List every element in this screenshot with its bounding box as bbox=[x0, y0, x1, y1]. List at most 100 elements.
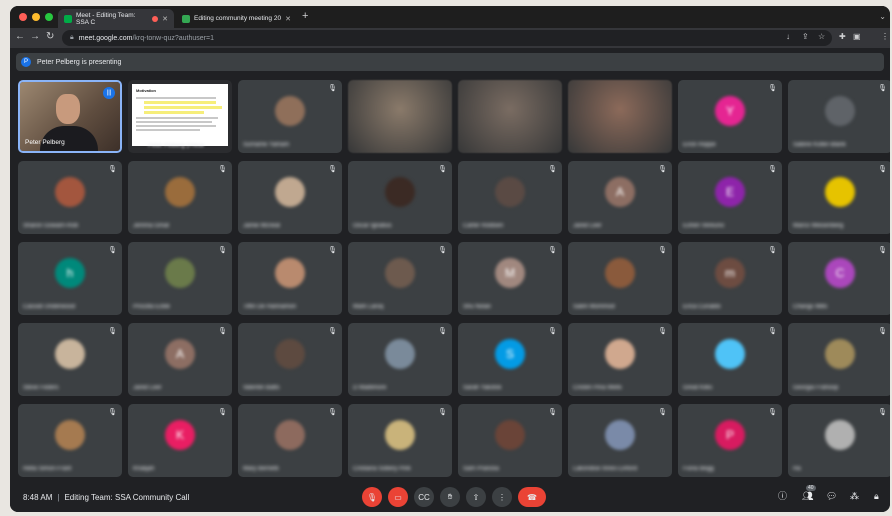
participant-tile[interactable]: m 🎙︎ Erica Cunaldo bbox=[678, 242, 782, 315]
participant-tile[interactable]: 🎙︎ Mark Laroq bbox=[348, 242, 452, 315]
address-bar[interactable]: 🔒︎ meet.google.com/krq-tonw-quz?authuser… bbox=[62, 30, 832, 46]
mic-muted-icon: 🎙︎ bbox=[108, 247, 117, 254]
participant-tile[interactable]: S 🎙︎ Sarah Yakotsk bbox=[458, 323, 562, 396]
host-controls-icon[interactable]: 🔒︎ bbox=[874, 492, 879, 501]
mic-muted-icon: 🎙︎ bbox=[218, 166, 227, 173]
avatar bbox=[165, 257, 195, 288]
activities-icon[interactable]: ⁂ bbox=[850, 492, 859, 501]
avatar bbox=[495, 419, 525, 450]
download-icon[interactable]: ↓ bbox=[786, 33, 790, 41]
participant-tile[interactable]: h 🎙︎ Cassidi Underwood bbox=[18, 242, 122, 315]
participant-tile[interactable]: 🎙︎ Cristen Pina Wells bbox=[568, 323, 672, 396]
participant-tile[interactable]: 🎙︎ Steve Feders bbox=[18, 323, 122, 396]
browser-menu-icon[interactable]: ⋮ bbox=[881, 33, 889, 41]
back-arrow-icon[interactable]: ← bbox=[15, 32, 25, 42]
participant-tile[interactable] bbox=[568, 80, 672, 153]
raise-hand-icon[interactable]: ✋︎ bbox=[440, 487, 460, 507]
participant-tile[interactable]: 🎙︎ Hella Simon-Frant bbox=[18, 404, 122, 477]
participant-tile[interactable]: 🎙︎ Georgia Frahoop bbox=[788, 323, 890, 396]
participant-tile[interactable]: 🎙︎ Valentin Batts bbox=[238, 323, 342, 396]
participant-tile[interactable]: 🎙︎ Cristiana Sobery Pink bbox=[348, 404, 452, 477]
close-tab-icon[interactable]: ✕ bbox=[285, 15, 291, 23]
camera-off-icon[interactable]: ▭ bbox=[388, 487, 408, 507]
participant-tile[interactable]: P 🎙︎ Fiona Begg bbox=[678, 404, 782, 477]
new-tab-button[interactable]: + bbox=[302, 10, 308, 22]
participant-tile[interactable]: M 🎙︎ Shu Nolan bbox=[458, 242, 562, 315]
share-icon[interactable]: ⇪ bbox=[802, 33, 809, 41]
participant-tile[interactable]: A 🎙︎ Jared Leer bbox=[128, 323, 232, 396]
mic-muted-icon: 🎙︎ bbox=[328, 247, 337, 254]
slide-text-line bbox=[136, 121, 212, 123]
minimize-window-button[interactable] bbox=[32, 13, 40, 21]
slide-highlight bbox=[144, 111, 204, 114]
mic-off-icon[interactable]: 🎙︎ bbox=[362, 487, 382, 507]
forward-arrow-icon[interactable]: → bbox=[30, 32, 40, 42]
avatar bbox=[605, 419, 635, 450]
participant-name: Peter Pelberg bbox=[25, 139, 65, 146]
participant-tile[interactable]: 🎙︎ Oscar Ignatius bbox=[348, 161, 452, 234]
mic-muted-icon: 🎙︎ bbox=[768, 409, 777, 416]
close-tab-icon[interactable]: ✕ bbox=[162, 15, 168, 23]
participant-tile[interactable]: E 🎙︎ Eshen Vereuno bbox=[678, 161, 782, 234]
meeting-info-icon[interactable]: ⓘ bbox=[778, 492, 787, 501]
tab-search-chevron-icon[interactable]: ⌄ bbox=[879, 12, 886, 21]
bookmark-star-icon[interactable]: ☆ bbox=[818, 33, 825, 41]
presenter-head bbox=[56, 94, 80, 124]
zoom-window-button[interactable] bbox=[45, 13, 53, 21]
participant-tile[interactable]: 🎙︎ Ha bbox=[788, 404, 890, 477]
slide-text-line bbox=[136, 125, 216, 127]
participant-tile[interactable]: 🎙︎ Lakondise Innes-Linford bbox=[568, 404, 672, 477]
avatar bbox=[165, 176, 195, 207]
mic-muted-icon: 🎙︎ bbox=[768, 328, 777, 335]
reload-icon[interactable]: ↻ bbox=[46, 32, 54, 42]
participant-tile[interactable]: Y 🎙︎ Erick Hoppe bbox=[678, 80, 782, 153]
chat-icon[interactable]: 💬︎ bbox=[826, 492, 837, 501]
slide-highlight bbox=[144, 106, 222, 109]
meeting-controls-bar: 8:48 AM | Editing Team: SSA Community Call… bbox=[10, 484, 890, 512]
more-options-icon[interactable]: ⋮ bbox=[492, 487, 512, 507]
avatar bbox=[825, 419, 855, 450]
participant-tile[interactable]: 🎙︎ Mary Bernetti bbox=[238, 404, 342, 477]
presentation-tile[interactable]: Motivation Peter Pelberg (Prese bbox=[128, 80, 232, 153]
participant-tile[interactable]: 🎙︎ Sabine Koller-Blank bbox=[788, 80, 890, 153]
participant-name: Changs Mills bbox=[793, 304, 828, 310]
participant-tile[interactable]: 🎙︎ Surname Yamam bbox=[238, 80, 342, 153]
people-icon[interactable]: 👥︎ bbox=[802, 492, 813, 501]
present-icon[interactable]: ⇧ bbox=[466, 487, 486, 507]
mic-muted-icon: 🎙︎ bbox=[878, 328, 887, 335]
participant-tile[interactable]: K 🎙︎ Khalijah bbox=[128, 404, 232, 477]
participant-tile[interactable]: A 🎙︎ Jared Leer bbox=[568, 161, 672, 234]
extensions-icon[interactable]: ✚ bbox=[839, 33, 846, 41]
participant-tile[interactable]: 🎙︎ D Maillimore bbox=[348, 323, 452, 396]
participant-tile-main[interactable]: ||| Peter Pelberg bbox=[18, 80, 122, 153]
participant-tile[interactable] bbox=[458, 80, 562, 153]
mic-muted-icon: 🎙︎ bbox=[438, 247, 447, 254]
tab-doc[interactable]: Editing community meeting 20 ✕ bbox=[176, 9, 300, 28]
close-window-button[interactable] bbox=[19, 13, 27, 21]
participant-tile[interactable]: 🎙︎ Marco Weisenberg bbox=[788, 161, 890, 234]
mic-muted-icon: 🎙︎ bbox=[878, 85, 887, 92]
avatar bbox=[495, 176, 525, 207]
tab-meet[interactable]: Meet - Editing Team: SSA C ✕ bbox=[58, 9, 174, 28]
side-panel-icon[interactable]: ▣ bbox=[853, 33, 861, 41]
participant-tile[interactable]: C 🎙︎ Changs Mills bbox=[788, 242, 890, 315]
mic-muted-icon: 🎙︎ bbox=[218, 328, 227, 335]
participant-tile[interactable]: 🎙︎ Tiffin De Hannamon bbox=[238, 242, 342, 315]
mic-muted-icon: 🎙︎ bbox=[548, 409, 557, 416]
participant-tile[interactable] bbox=[348, 80, 452, 153]
participant-tile[interactable]: 🎙︎ Sharon Gowarn-Rob bbox=[18, 161, 122, 234]
mic-muted-icon: 🎙︎ bbox=[658, 247, 667, 254]
end-call-icon[interactable]: ☎︎ bbox=[518, 487, 546, 507]
participant-name: Cassidi Underwood bbox=[23, 304, 76, 310]
participant-tile[interactable]: 🎙︎ Sam Prancka bbox=[458, 404, 562, 477]
participant-tile[interactable]: 🎙︎ Salim Mommod bbox=[568, 242, 672, 315]
participant-tile[interactable]: 🎙︎ Jemma Gmat bbox=[128, 161, 232, 234]
participant-tile[interactable]: 🎙︎ Great Kilks bbox=[678, 323, 782, 396]
captions-icon[interactable]: CC bbox=[414, 487, 434, 507]
participant-tile[interactable]: 🎙︎ Priscilla Eckle bbox=[128, 242, 232, 315]
participant-tile[interactable]: 🎙︎ Jamie Mcneal bbox=[238, 161, 342, 234]
participant-name: Sarah Yakotsk bbox=[463, 385, 502, 391]
avatar: S bbox=[495, 338, 525, 369]
participant-tile[interactable]: 🎙︎ Carter Roldsen bbox=[458, 161, 562, 234]
avatar bbox=[385, 419, 415, 450]
